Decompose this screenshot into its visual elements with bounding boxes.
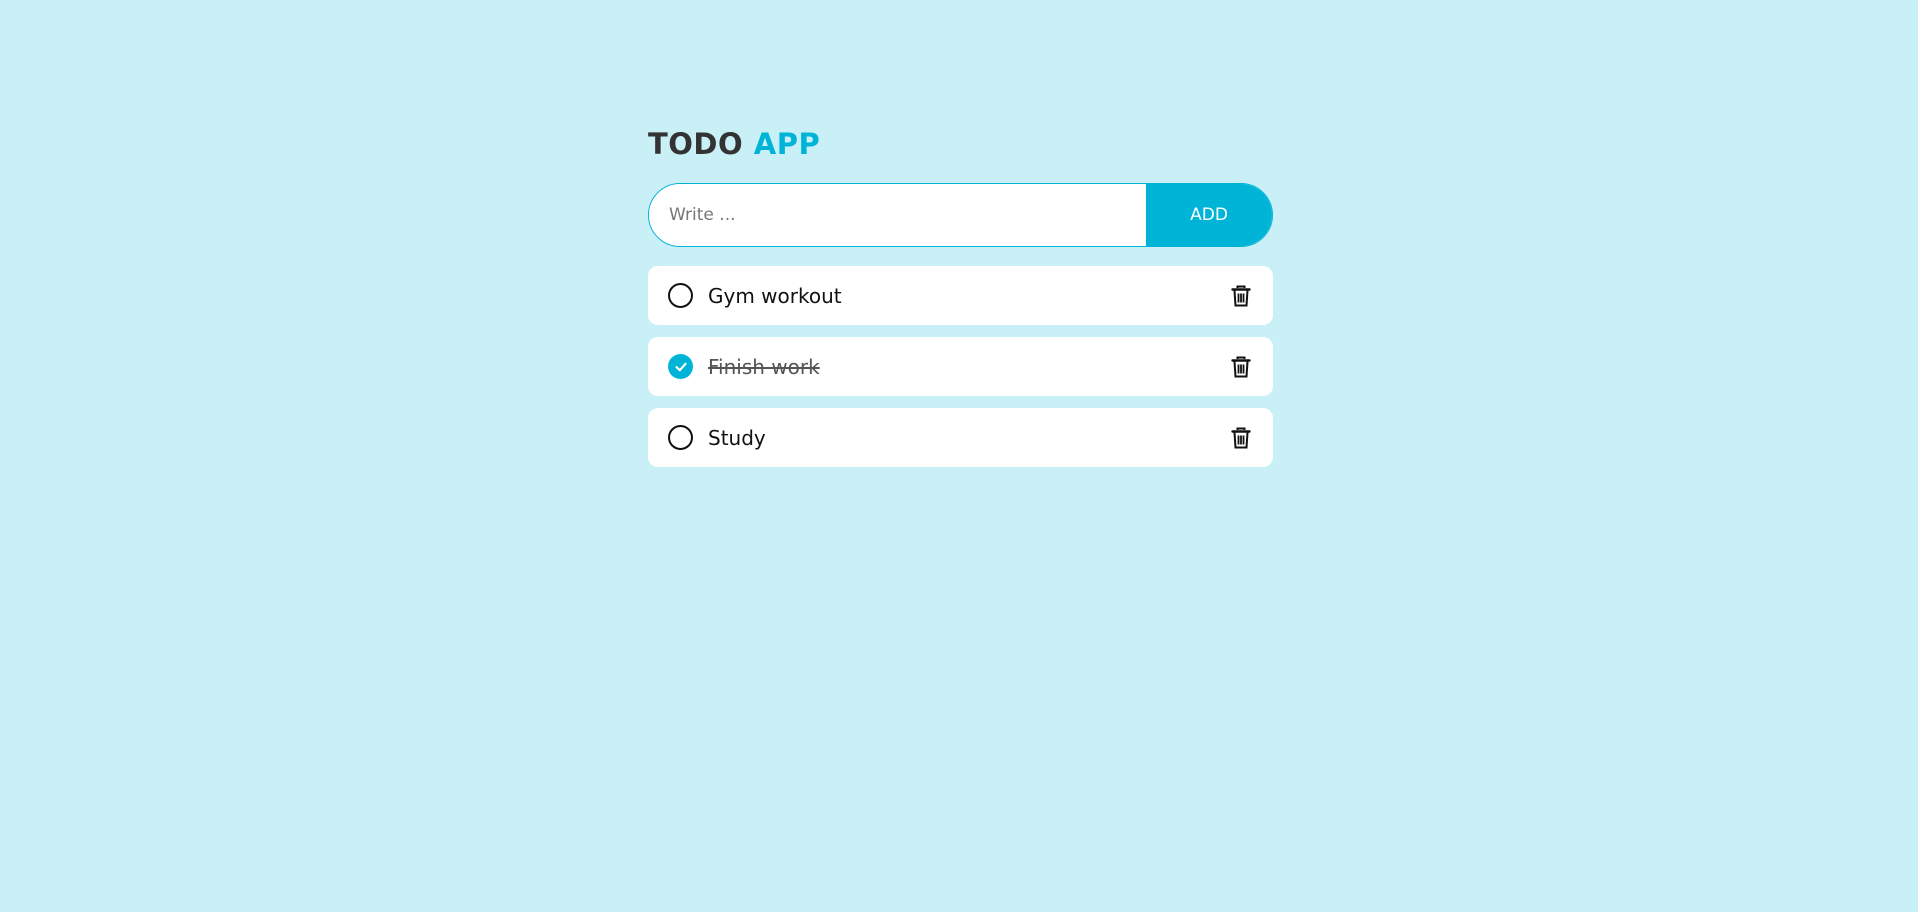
app-title-accent: APP	[753, 127, 821, 161]
delete-button[interactable]	[1230, 426, 1252, 450]
todo-input[interactable]	[649, 184, 1146, 246]
todo-item: Study	[648, 408, 1273, 467]
app-title: TODO APP	[648, 124, 1273, 164]
trash-icon	[1231, 427, 1251, 448]
add-button[interactable]: ADD	[1146, 184, 1272, 246]
app-title-main: TODO	[648, 127, 744, 161]
todo-checkbox[interactable]	[668, 354, 693, 379]
trash-icon	[1231, 356, 1251, 377]
todo-app: TODO APP ADD Gym workout	[648, 124, 1273, 479]
todo-item: Finish work	[648, 337, 1273, 396]
todo-list: Gym workout Finish work Study	[648, 266, 1273, 467]
todo-text: Study	[708, 425, 766, 450]
check-icon	[674, 362, 687, 371]
todo-checkbox[interactable]	[668, 425, 693, 450]
todo-checkbox[interactable]	[668, 283, 693, 308]
todo-text: Finish work	[708, 354, 820, 379]
todo-item: Gym workout	[648, 266, 1273, 325]
trash-icon	[1231, 285, 1251, 306]
todo-input-row: ADD	[648, 183, 1273, 247]
todo-text: Gym workout	[708, 283, 842, 308]
delete-button[interactable]	[1230, 355, 1252, 379]
delete-button[interactable]	[1230, 284, 1252, 308]
